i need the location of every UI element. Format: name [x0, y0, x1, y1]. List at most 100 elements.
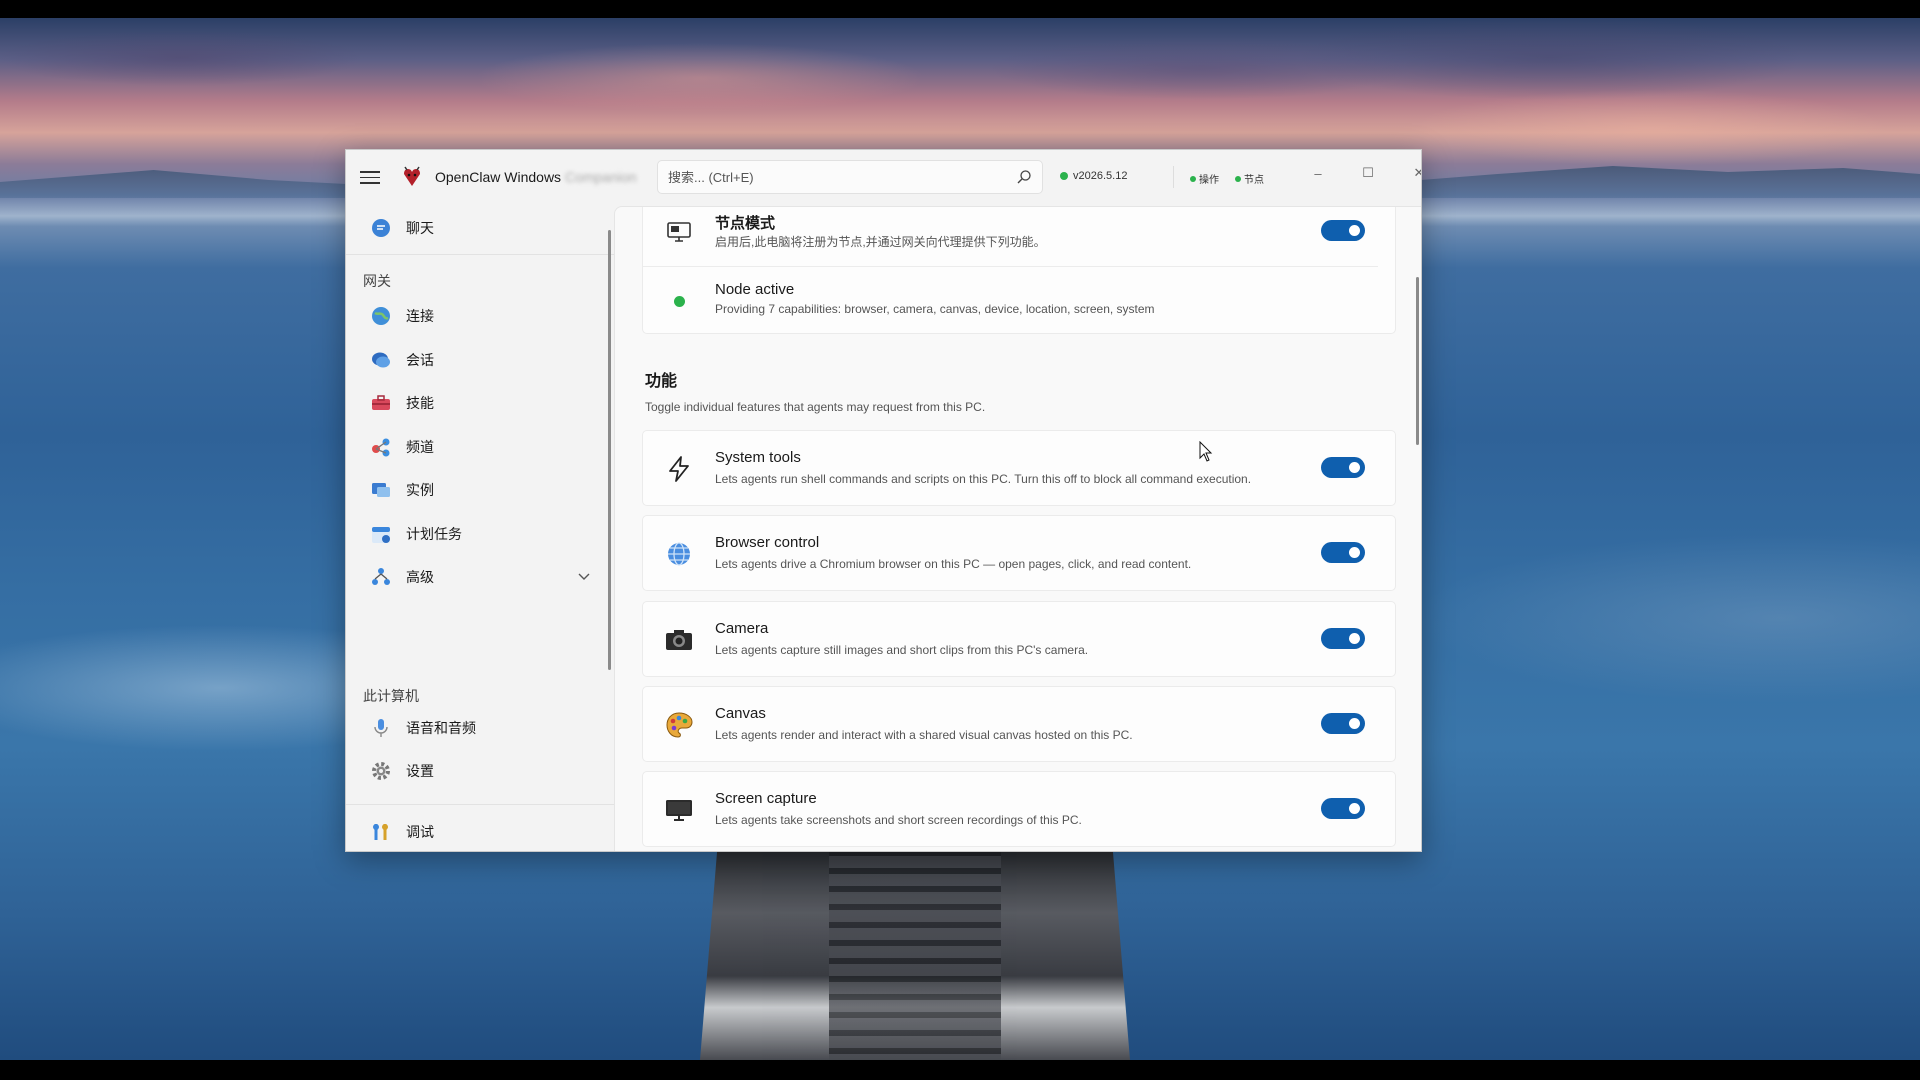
feature-description: Lets agents run shell commands and scrip… [715, 472, 1252, 486]
chat-bubble-icon [370, 217, 392, 239]
mouse-cursor-icon [1199, 441, 1213, 462]
sidebar-item-label: 会话 [406, 352, 434, 368]
lightning-icon [665, 455, 693, 483]
instances-icon [370, 479, 392, 501]
sidebar-item-label: 语音和音频 [406, 720, 476, 736]
debug-tools-icon [370, 821, 392, 843]
feature-card-browser-control: Browser control Lets agents drive a Chro… [642, 515, 1396, 591]
sidebar-item-voice-audio[interactable]: 语音和音频 [358, 710, 604, 746]
sidebar-item-label: 计划任务 [406, 526, 462, 542]
gear-icon [370, 760, 392, 782]
feature-description: Lets agents take screenshots and short s… [715, 813, 1082, 827]
hamburger-menu-icon[interactable] [360, 167, 380, 187]
close-button[interactable]: ✕ [1397, 158, 1421, 188]
sidebar-item-advanced[interactable]: 高级 [358, 559, 604, 595]
sidebar-item-skills[interactable]: 技能 [358, 385, 604, 421]
search-box[interactable] [657, 160, 1043, 194]
section-header-this-computer: 此计算机 [363, 688, 419, 704]
node-status-description: Providing 7 capabilities: browser, camer… [715, 302, 1155, 316]
globe-icon [370, 305, 392, 327]
feature-title: System tools [715, 449, 801, 466]
feature-card-screen-capture: Screen capture Lets agents take screensh… [642, 771, 1396, 847]
sidebar-item-instances[interactable]: 实例 [358, 472, 604, 508]
sidebar-item-label: 连接 [406, 308, 434, 324]
content-scrollbar[interactable] [1416, 277, 1419, 445]
camera-icon [665, 626, 693, 654]
feature-title: Camera [715, 620, 769, 637]
chevron-down-icon[interactable] [578, 570, 590, 584]
browser-control-toggle[interactable] [1321, 542, 1365, 563]
sidebar: 聊天 网关 连接 会话 技能 频道 实例 计划任务 高级 此计算机 语音和音频 … [346, 206, 614, 851]
palette-icon [665, 711, 693, 739]
status-operation-label: 操作 [1199, 175, 1219, 186]
toolbox-icon [370, 392, 392, 414]
feature-row: Canvas Lets agents render and interact w… [643, 687, 1395, 763]
feature-row: Camera Lets agents capture still images … [643, 602, 1395, 678]
sessions-icon [370, 349, 392, 371]
sidebar-item-settings[interactable]: 设置 [358, 753, 604, 789]
version-label: v2026.5.12 [1073, 170, 1128, 182]
channels-icon [370, 436, 392, 458]
sidebar-item-label: 聊天 [406, 220, 434, 236]
node-monitor-icon [665, 218, 693, 246]
status-node-label: 节点 [1244, 175, 1264, 186]
app-title-text: OpenClaw Windows [435, 169, 562, 185]
search-input[interactable] [668, 169, 988, 185]
app-window: OpenClaw Windows Companion v2026.5.12 操作… [345, 149, 1422, 852]
sidebar-item-connect[interactable]: 连接 [358, 298, 604, 334]
advanced-icon [370, 566, 392, 588]
search-icon[interactable] [1016, 169, 1032, 185]
section-header-gateway: 网关 [363, 273, 391, 289]
microphone-icon [370, 717, 392, 739]
version-indicator: v2026.5.12 [1060, 170, 1127, 182]
status-node: 节点 [1235, 171, 1264, 186]
feature-row: System tools Lets agents run shell comma… [643, 431, 1395, 507]
canvas-toggle[interactable] [1321, 713, 1365, 734]
monitor-icon [665, 796, 693, 824]
feature-row: Screen capture Lets agents take screensh… [643, 772, 1395, 848]
screen-capture-toggle[interactable] [1321, 798, 1365, 819]
feature-description: Lets agents render and interact with a s… [715, 728, 1133, 742]
title-divider [1173, 166, 1174, 188]
node-mode-row: 节点模式 启用后,此电脑将注册为节点,并通过网关向代理提供下列功能。 [643, 207, 1395, 266]
app-logo-icon [404, 166, 420, 186]
version-status-dot [1060, 172, 1068, 180]
feature-row: Browser control Lets agents drive a Chro… [643, 516, 1395, 592]
status-dot [1190, 175, 1196, 182]
sidebar-item-channels[interactable]: 频道 [358, 429, 604, 465]
sidebar-item-chat[interactable]: 聊天 [358, 210, 604, 246]
sidebar-item-label: 实例 [406, 482, 434, 498]
sidebar-item-debug[interactable]: 调试 [358, 814, 604, 850]
feature-description: Lets agents capture still images and sho… [715, 643, 1089, 657]
node-mode-title: 节点模式 [715, 215, 776, 232]
camera-toggle[interactable] [1321, 628, 1365, 649]
feature-title: Browser control [715, 534, 820, 551]
status-dot-icon [665, 287, 693, 315]
calendar-icon [370, 523, 392, 545]
title-bar: OpenClaw Windows Companion v2026.5.12 操作… [346, 150, 1421, 206]
node-mode-description: 启用后,此电脑将注册为节点,并通过网关向代理提供下列功能。 [715, 235, 1046, 249]
minimize-button[interactable]: – [1296, 158, 1340, 188]
sidebar-item-sessions[interactable]: 会话 [358, 342, 604, 378]
sidebar-item-label: 频道 [406, 439, 434, 455]
feature-description: Lets agents drive a Chromium browser on … [715, 557, 1192, 571]
feature-title: Canvas [715, 705, 766, 722]
maximize-button[interactable]: ☐ [1346, 158, 1390, 188]
feature-card-camera: Camera Lets agents capture still images … [642, 601, 1396, 677]
sidebar-scrollbar[interactable] [608, 230, 611, 670]
feature-card-system-tools: System tools Lets agents run shell comma… [642, 430, 1396, 506]
feature-card-canvas: Canvas Lets agents render and interact w… [642, 686, 1396, 762]
sidebar-item-label: 高级 [406, 569, 434, 585]
features-section-subtitle: Toggle individual features that agents m… [645, 400, 986, 414]
sidebar-item-label: 调试 [406, 824, 434, 840]
sidebar-item-scheduled-tasks[interactable]: 计划任务 [358, 516, 604, 552]
node-status-row: Node active Providing 7 capabilities: br… [643, 267, 1395, 335]
node-mode-toggle[interactable] [1321, 220, 1365, 241]
node-status-title: Node active [715, 281, 795, 298]
wallpaper-pier [700, 850, 1130, 1060]
globe-icon [665, 540, 693, 568]
status-operation: 操作 [1190, 171, 1219, 186]
sidebar-divider [346, 804, 614, 805]
system-tools-toggle[interactable] [1321, 457, 1365, 478]
features-section-title: 功能 [645, 373, 678, 390]
